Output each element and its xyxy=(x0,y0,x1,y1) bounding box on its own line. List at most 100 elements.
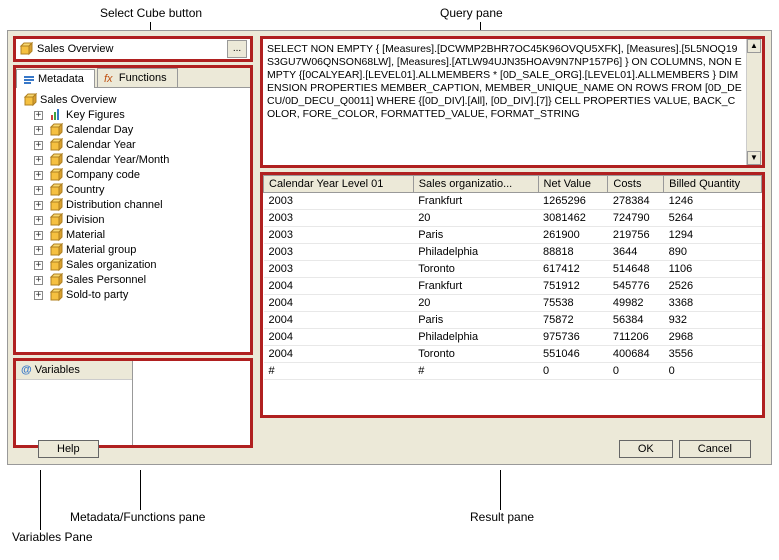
table-cell: 0 xyxy=(664,363,762,380)
tab-metadata[interactable]: Metadata xyxy=(16,69,95,88)
callout-metadata-functions: Metadata/Functions pane xyxy=(70,510,205,524)
tree-root[interactable]: Sales Overview xyxy=(20,93,246,107)
table-cell: 3644 xyxy=(608,244,664,261)
table-cell: 20 xyxy=(413,295,538,312)
column-header[interactable]: Calendar Year Level 01 xyxy=(264,176,414,193)
table-cell: Frankfurt xyxy=(413,193,538,210)
tree-item-label: Country xyxy=(66,184,105,196)
table-cell: 617412 xyxy=(538,261,608,278)
tab-metadata-label: Metadata xyxy=(38,73,84,85)
scroll-down-icon[interactable]: ▼ xyxy=(747,151,761,165)
table-cell: Frankfurt xyxy=(413,278,538,295)
ok-button[interactable]: OK xyxy=(619,440,673,458)
browse-cube-button[interactable]: ... xyxy=(227,40,247,58)
table-cell: 2003 xyxy=(264,210,414,227)
table-cell: Toronto xyxy=(413,261,538,278)
cancel-button[interactable]: Cancel xyxy=(679,440,751,458)
table-row[interactable]: ##000 xyxy=(264,363,762,380)
help-button[interactable]: Help xyxy=(38,440,99,458)
table-cell: Paris xyxy=(413,312,538,329)
tree-item[interactable]: + Calendar Year xyxy=(34,138,246,152)
cube-icon xyxy=(19,42,33,56)
tree-item-label: Distribution channel xyxy=(66,199,163,211)
dimension-icon xyxy=(49,183,63,197)
expand-icon[interactable]: + xyxy=(34,126,43,135)
expand-icon[interactable]: + xyxy=(34,201,43,210)
tree-item[interactable]: +Key Figures xyxy=(34,108,246,122)
metadata-tree[interactable]: Sales Overview +Key Figures+Calendar Day… xyxy=(16,88,250,350)
expand-icon[interactable]: + xyxy=(34,186,43,195)
functions-icon: fx xyxy=(104,72,116,84)
table-row[interactable]: 2004Toronto5510464006843556 xyxy=(264,346,762,363)
metadata-icon xyxy=(23,73,35,85)
table-row[interactable]: 2004Frankfurt7519125457762526 xyxy=(264,278,762,295)
column-header[interactable]: Sales organizatio... xyxy=(413,176,538,193)
scrollbar[interactable]: ▲ ▼ xyxy=(746,39,762,165)
table-cell: 2004 xyxy=(264,295,414,312)
table-row[interactable]: 2003Paris2619002197561294 xyxy=(264,227,762,244)
tree-item[interactable]: +Division xyxy=(34,213,246,227)
expand-icon[interactable]: + xyxy=(34,171,43,180)
query-text[interactable]: SELECT NON EMPTY { [Measures].[DCWMP2BHR… xyxy=(263,39,746,165)
tree-item[interactable]: + Material xyxy=(34,228,246,242)
metadata-functions-pane: Metadata fx Functions Sales Overview +Ke… xyxy=(13,65,253,355)
table-cell: 20 xyxy=(413,210,538,227)
tree-item[interactable]: + Calendar Day xyxy=(34,123,246,137)
expand-icon[interactable]: + xyxy=(34,156,43,165)
table-cell: Philadelphia xyxy=(413,244,538,261)
table-row[interactable]: 2003Frankfurt12652962783841246 xyxy=(264,193,762,210)
expand-icon[interactable]: + xyxy=(34,231,43,240)
expand-icon[interactable]: + xyxy=(34,216,43,225)
table-cell: 514648 xyxy=(608,261,664,278)
tree-item[interactable]: + Company code xyxy=(34,168,246,182)
table-row[interactable]: 20042075538499823368 xyxy=(264,295,762,312)
expand-icon[interactable]: + xyxy=(34,261,43,270)
dialog-window: Sales Overview ... Metadata fx Functions… xyxy=(7,30,772,465)
variables-detail[interactable] xyxy=(133,361,250,445)
callout-select-cube: Select Cube button xyxy=(100,6,202,20)
cube-selector-value: Sales Overview xyxy=(37,43,227,55)
table-row[interactable]: 2004Philadelphia9757367112062968 xyxy=(264,329,762,346)
svg-text:fx: fx xyxy=(104,73,113,84)
dimension-icon xyxy=(49,198,63,212)
column-header[interactable]: Net Value xyxy=(538,176,608,193)
expand-icon[interactable]: + xyxy=(34,291,43,300)
tree-item-label: Company code xyxy=(66,169,140,181)
tree-item[interactable]: +Sold-to party xyxy=(34,288,246,302)
table-row[interactable]: 20032030814627247905264 xyxy=(264,210,762,227)
column-header[interactable]: Billed Quantity xyxy=(664,176,762,193)
table-row[interactable]: 2004Paris7587256384932 xyxy=(264,312,762,329)
table-cell: # xyxy=(413,363,538,380)
dimension-icon xyxy=(49,213,63,227)
tree-item-label: Calendar Year xyxy=(66,139,136,151)
table-row[interactable]: 2003Toronto6174125146481106 xyxy=(264,261,762,278)
tree-item[interactable]: +Sales Personnel xyxy=(34,273,246,287)
expand-icon[interactable]: + xyxy=(34,276,43,285)
tree-item-label: Material group xyxy=(66,244,136,256)
tree-item[interactable]: + Material group xyxy=(34,243,246,257)
table-cell: 890 xyxy=(664,244,762,261)
tab-functions[interactable]: fx Functions xyxy=(97,68,178,87)
tree-item[interactable]: + Country xyxy=(34,183,246,197)
result-pane: Calendar Year Level 01Sales organizatio.… xyxy=(260,172,765,418)
table-cell: 2968 xyxy=(664,329,762,346)
variables-list[interactable] xyxy=(16,380,132,386)
table-row[interactable]: 2003Philadelphia888183644890 xyxy=(264,244,762,261)
table-cell: 2526 xyxy=(664,278,762,295)
expand-icon[interactable]: + xyxy=(34,141,43,150)
callout-variables-pane: Variables Pane xyxy=(12,530,93,544)
cube-selector: Sales Overview ... xyxy=(13,36,253,62)
expand-icon[interactable]: + xyxy=(34,111,43,120)
tree-item[interactable]: + Distribution channel xyxy=(34,198,246,212)
dimension-icon xyxy=(49,153,63,167)
table-cell: 0 xyxy=(608,363,664,380)
table-cell: 3556 xyxy=(664,346,762,363)
tree-item-label: Calendar Day xyxy=(66,124,133,136)
result-table[interactable]: Calendar Year Level 01Sales organizatio.… xyxy=(263,175,762,380)
tree-item[interactable]: +Calendar Year/Month xyxy=(34,153,246,167)
column-header[interactable]: Costs xyxy=(608,176,664,193)
expand-icon[interactable]: + xyxy=(34,246,43,255)
tree-item[interactable]: +Sales organization xyxy=(34,258,246,272)
tree-item-label: Material xyxy=(66,229,105,241)
scroll-up-icon[interactable]: ▲ xyxy=(747,39,761,53)
